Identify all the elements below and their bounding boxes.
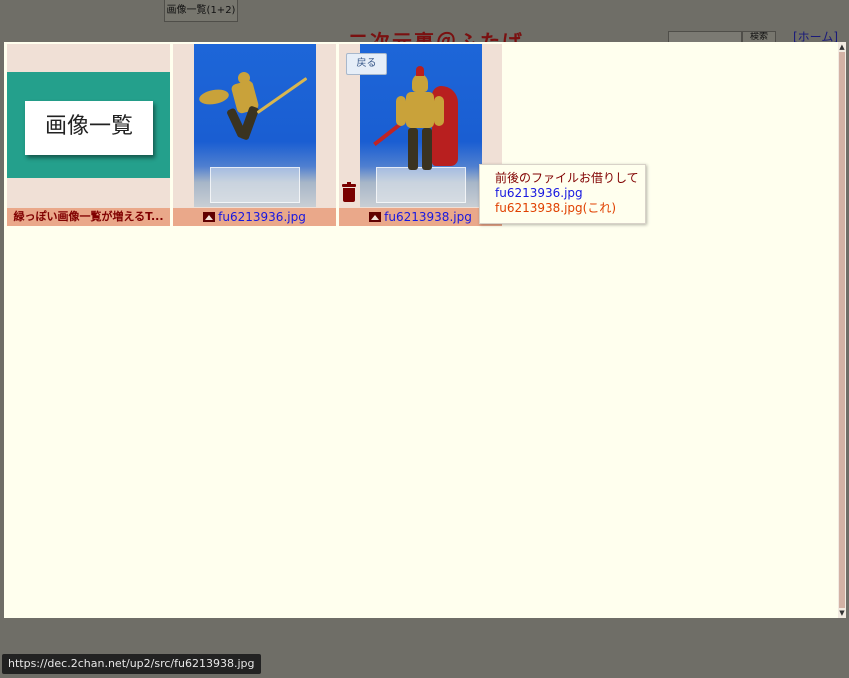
thread-caption-text[interactable]: 緑っぽい画像一覧が増えるT... <box>13 210 163 223</box>
quote-popup: 前後のファイルお借りして fu6213936.jpg fu6213938.jpg… <box>479 164 646 224</box>
back-button[interactable]: 戻る <box>346 53 387 75</box>
acrylic-stand <box>376 167 466 203</box>
image-list-tab[interactable]: 画像一覧(1+2) <box>164 0 238 22</box>
thumbnail-tile-thread[interactable]: 画像一覧 緑っぽい画像一覧が増えるT... <box>7 44 170 226</box>
figure-shield <box>198 87 230 107</box>
thread-thumbnail[interactable]: 画像一覧 <box>7 72 170 178</box>
figure-head <box>238 72 250 84</box>
tile-caption[interactable]: fu6213938.jpg <box>339 208 502 226</box>
popup-file-link[interactable]: fu6213936.jpg <box>495 186 645 201</box>
acrylic-stand <box>210 167 300 203</box>
image-icon <box>203 212 216 222</box>
file-link[interactable]: fu6213936.jpg <box>218 210 306 224</box>
scroll-down-arrow-icon[interactable]: ▼ <box>838 608 846 618</box>
popup-text-line: 前後のファイルお借りして <box>495 171 639 185</box>
scroll-up-arrow-icon[interactable]: ▲ <box>838 42 846 52</box>
site-title: 二次元裏＠ふたば <box>348 30 524 42</box>
figure-head <box>412 74 428 92</box>
tile-caption[interactable]: 緑っぽい画像一覧が増えるT... <box>7 208 170 226</box>
thumbnail-tile-fu6213936[interactable]: fu6213936.jpg <box>173 44 336 226</box>
figure-arm <box>396 96 406 126</box>
scrollbar-thumb[interactable] <box>839 52 845 608</box>
popup-file-current: fu6213938.jpg(これ) <box>495 201 617 215</box>
image-list-overlay: 画像一覧 緑っぽい画像一覧が増えるT... fu6213936.jpg fu62… <box>4 42 846 618</box>
figure-leg <box>408 128 418 170</box>
vertical-scrollbar[interactable]: ▲ ▼ <box>838 42 846 618</box>
thumbnail-card: 画像一覧 <box>25 101 153 155</box>
status-bar-url: https://dec.2chan.net/up2/src/fu6213938.… <box>2 654 261 674</box>
figure-arm <box>434 96 444 126</box>
image-icon <box>369 212 382 222</box>
trash-icon[interactable] <box>342 182 356 202</box>
figure-crest <box>416 66 424 76</box>
figure-leg <box>422 128 432 170</box>
file-link[interactable]: fu6213938.jpg <box>384 210 472 224</box>
figure-spear <box>256 77 308 114</box>
figure-torso <box>406 92 434 128</box>
home-link[interactable]: [ホーム] <box>793 30 838 42</box>
figure-photo-thumbnail[interactable] <box>194 44 316 207</box>
tile-caption[interactable]: fu6213936.jpg <box>173 208 336 226</box>
